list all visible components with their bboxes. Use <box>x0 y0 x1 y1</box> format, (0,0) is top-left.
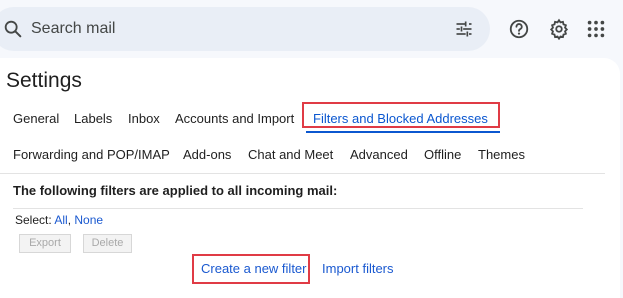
active-tab-indicator <box>306 131 500 133</box>
import-filters-link[interactable]: Import filters <box>322 261 394 277</box>
highlight-box-create-filter <box>192 254 310 284</box>
select-label: Select: <box>15 213 52 227</box>
tab-general[interactable]: General <box>13 111 59 127</box>
tab-inbox[interactable]: Inbox <box>128 111 160 127</box>
settings-panel: Settings General Labels Inbox Accounts a… <box>0 58 620 298</box>
divider <box>13 208 583 209</box>
page-title: Settings <box>6 69 82 92</box>
select-row: Select: All, None <box>15 213 103 228</box>
tab-add-ons[interactable]: Add-ons <box>183 147 231 163</box>
tab-labels[interactable]: Labels <box>74 111 112 127</box>
select-none-link[interactable]: None <box>74 213 103 227</box>
tab-advanced[interactable]: Advanced <box>350 147 408 163</box>
search-icon[interactable] <box>2 18 24 40</box>
select-all-link[interactable]: All <box>54 213 67 227</box>
select-separator: , <box>67 213 72 227</box>
delete-button[interactable]: Delete <box>83 234 132 253</box>
search-bar[interactable]: Search mail <box>0 7 490 51</box>
highlight-box-filters-tab <box>302 102 500 128</box>
search-input[interactable]: Search mail <box>31 19 115 39</box>
tab-forwarding-and-pop-imap[interactable]: Forwarding and POP/IMAP <box>13 147 170 163</box>
apps-grid-icon[interactable] <box>585 18 607 40</box>
filters-heading: The following filters are applied to all… <box>13 183 338 198</box>
export-button[interactable]: Export <box>19 234 71 253</box>
help-icon[interactable] <box>508 18 530 40</box>
tab-chat-and-meet[interactable]: Chat and Meet <box>248 147 333 163</box>
tab-accounts-and-import[interactable]: Accounts and Import <box>175 111 294 127</box>
top-bar: Search mail <box>0 0 623 58</box>
tab-offline[interactable]: Offline <box>424 147 461 163</box>
gear-icon[interactable] <box>548 18 570 40</box>
tab-themes[interactable]: Themes <box>478 147 525 163</box>
tune-icon[interactable] <box>454 19 474 39</box>
settings-tabs-row-2: Forwarding and POP/IMAP Add-ons Chat and… <box>0 136 605 174</box>
